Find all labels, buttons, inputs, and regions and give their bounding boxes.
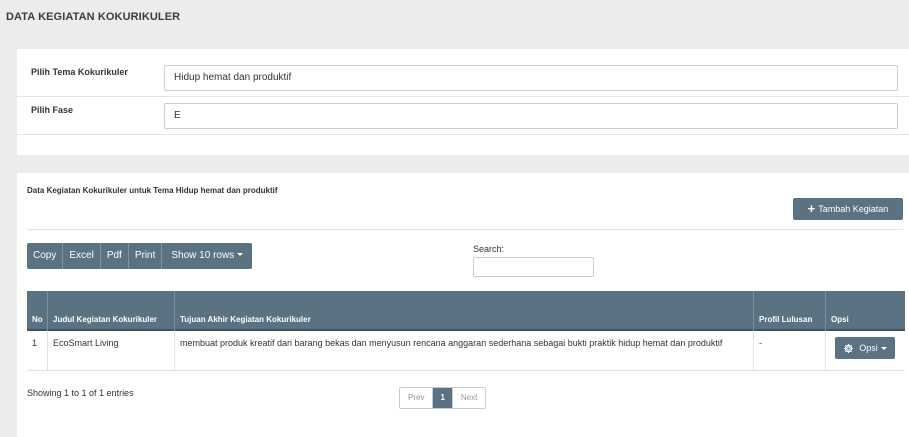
divider <box>27 229 903 230</box>
table-row: 1 EcoSmart Living membuat produk kreatif… <box>27 331 905 371</box>
gear-icon <box>844 343 854 353</box>
fase-label: Pilih Fase <box>31 105 74 115</box>
print-button[interactable]: Print <box>128 243 163 269</box>
filter-card: Pilih Tema Kokurikuler Hidup hemat dan p… <box>17 49 909 155</box>
column-header-no[interactable]: No <box>27 291 48 331</box>
caret-down-icon <box>880 346 887 350</box>
opsi-label: Opsi <box>859 343 878 353</box>
excel-button[interactable]: Excel <box>63 243 101 269</box>
activities-table: No Judul Kegiatan Kokurikuler Tujuan Akh… <box>27 291 905 371</box>
pdf-button[interactable]: Pdf <box>100 243 129 269</box>
pagination-page-1[interactable]: 1 <box>432 388 452 408</box>
page-length-button[interactable]: Show 10 rows <box>162 243 253 269</box>
column-header-judul[interactable]: Judul Kegiatan Kokurikuler <box>48 291 175 331</box>
copy-button[interactable]: Copy <box>27 243 64 269</box>
pagination: Prev 1 Next <box>399 387 487 409</box>
search-input[interactable] <box>473 257 594 277</box>
page-title: DATA KEGIATAN KOKURIKULER <box>6 11 181 23</box>
cell-tujuan: membuat produk kreatif dari barang bekas… <box>175 331 754 371</box>
search-label: Search: <box>473 244 505 254</box>
column-header-tujuan[interactable]: Tujuan Akhir Kegiatan Kokurikuler <box>175 291 754 331</box>
page-header: DATA KEGIATAN KOKURIKULER <box>0 0 909 36</box>
plus-icon: + <box>807 201 816 216</box>
cell-profil: - <box>754 331 826 371</box>
tema-row: Pilih Tema Kokurikuler Hidup hemat dan p… <box>17 59 909 97</box>
cell-opsi: Opsi <box>826 331 905 371</box>
add-activity-button[interactable]: + Tambah Kegiatan <box>793 198 903 220</box>
page-length-label: Show 10 rows <box>171 250 235 261</box>
tema-select[interactable]: Hidup hemat dan produktif <box>164 65 898 91</box>
opsi-dropdown-button[interactable]: Opsi <box>835 337 895 359</box>
data-card: Data Kegiatan Kokurikuler untuk Tema Hid… <box>17 173 909 437</box>
caret-down-icon <box>237 253 244 256</box>
column-header-profil[interactable]: Profil Lulusan <box>754 291 826 331</box>
fase-select[interactable]: E <box>164 103 898 129</box>
pagination-next[interactable]: Next <box>451 388 486 408</box>
cell-judul: EcoSmart Living <box>48 331 175 371</box>
pagination-prev[interactable]: Prev <box>400 388 433 408</box>
data-card-title: Data Kegiatan Kokurikuler untuk Tema Hid… <box>27 186 278 195</box>
fase-row: Pilih Fase E <box>17 97 909 135</box>
add-activity-label: Tambah Kegiatan <box>818 204 889 214</box>
export-button-group: Copy Excel Pdf Print Show 10 rows <box>27 243 253 269</box>
column-header-opsi: Opsi <box>831 315 849 324</box>
tema-label: Pilih Tema Kokurikuler <box>31 67 128 77</box>
cell-no: 1 <box>27 331 48 371</box>
table-header: No Judul Kegiatan Kokurikuler Tujuan Akh… <box>27 291 905 331</box>
table-info: Showing 1 to 1 of 1 entries <box>27 388 134 398</box>
